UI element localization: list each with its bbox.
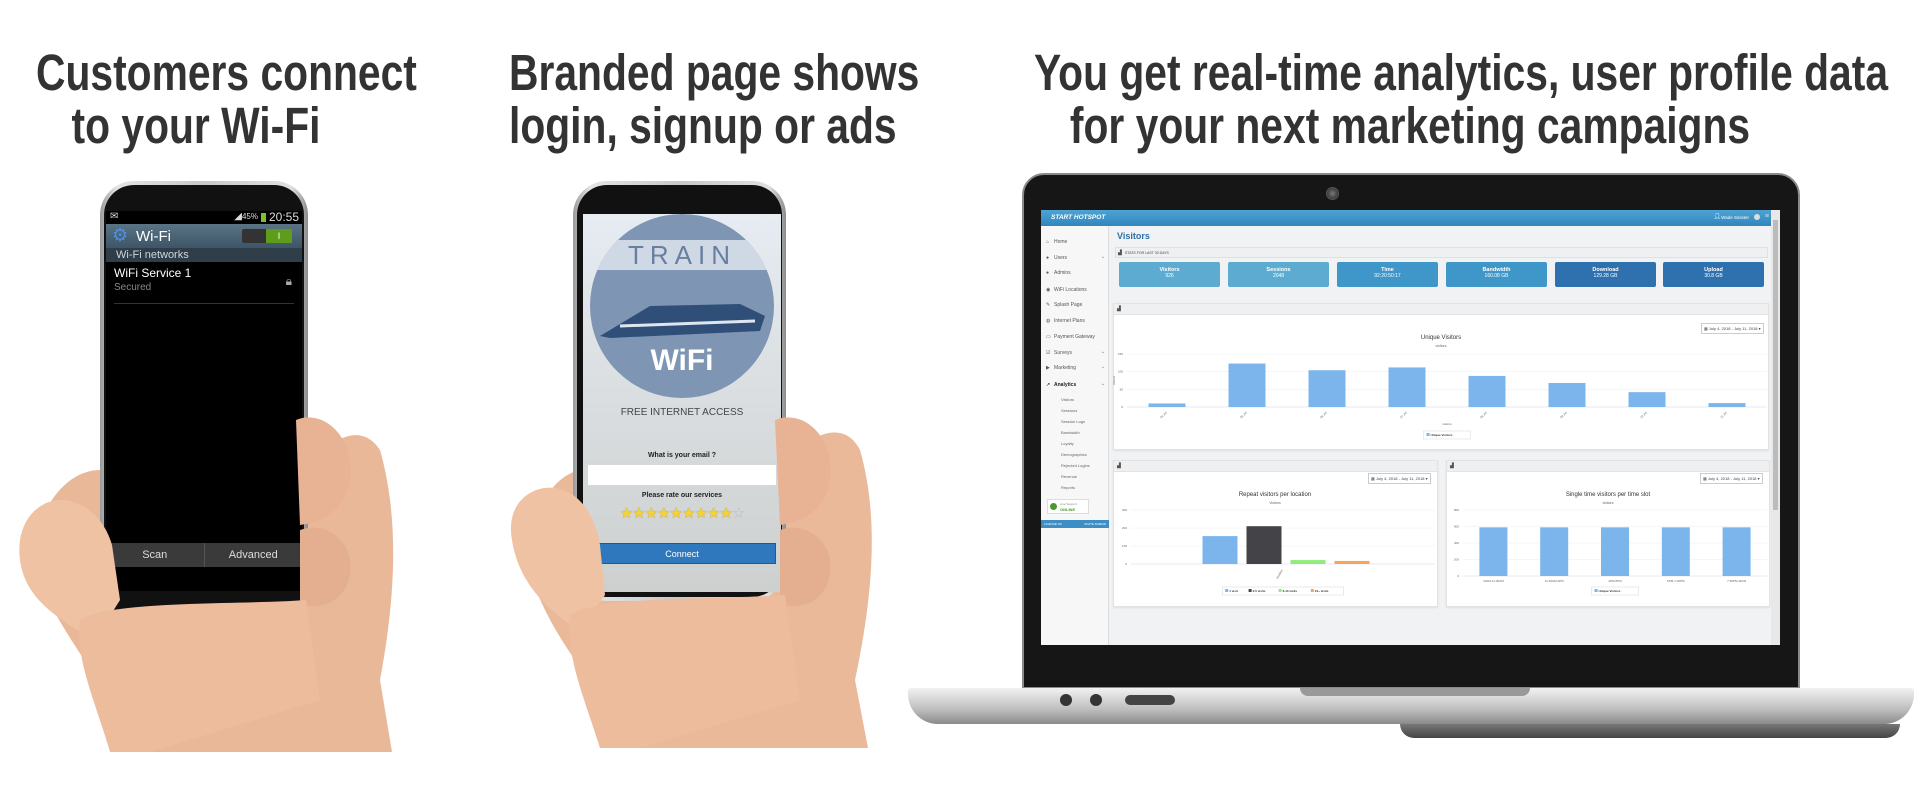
bar — [1661, 527, 1690, 576]
bar — [1228, 363, 1266, 407]
heading-line: You get real-time analytics, user profil… — [1034, 44, 1889, 101]
x-tick-label: 5PM-7:30PM — [1667, 579, 1685, 583]
x-tick-label: 04 Jul — [1159, 411, 1168, 420]
bar — [1708, 403, 1746, 407]
legend-swatch — [1278, 589, 1282, 592]
legend-swatch — [1310, 589, 1314, 592]
scrollbar[interactable] — [1771, 210, 1780, 645]
x-tick-label: location — [1275, 568, 1284, 579]
bar — [1148, 403, 1186, 407]
bar — [1246, 526, 1282, 564]
legend-swatch — [1426, 433, 1430, 436]
bar — [1540, 527, 1569, 576]
bar — [1388, 367, 1426, 407]
bar — [1202, 536, 1238, 564]
camera-icon — [1326, 187, 1339, 200]
legend-label: 2-5 visits — [1253, 589, 1266, 593]
bar — [1628, 392, 1666, 407]
x-tick-label: 10AM-11:30AM — [1483, 579, 1504, 583]
laptop-foot — [1400, 724, 1900, 738]
analytics-dashboard: START HOTSPOT 👤︎ Wade Sinister ≡ ⌂ Home ● U… — [1041, 210, 1780, 645]
bar — [1722, 527, 1751, 576]
y-tick-label: 200 — [1122, 526, 1127, 530]
legend-swatch — [1225, 589, 1229, 592]
bar — [1479, 527, 1508, 576]
y-tick-label: 0 — [1457, 574, 1459, 578]
bar — [1334, 560, 1370, 564]
legend-swatch — [1594, 589, 1598, 592]
y-tick-label: 300 — [1122, 508, 1127, 512]
x-tick-label: 7:30PM-11PM — [1727, 579, 1746, 583]
y-tick-label: 100 — [1122, 544, 1127, 548]
y-tick-label: 200 — [1454, 558, 1459, 562]
laptop-ports — [1060, 694, 1072, 706]
bar — [1468, 375, 1506, 407]
x-tick-label: 2PM-5PM — [1608, 579, 1622, 583]
legend-label: 6-10 visits — [1283, 589, 1298, 593]
y-tick-label: 0 — [1121, 405, 1123, 409]
x-tick-label: 09 Jul — [1559, 411, 1568, 420]
heading-analytics: You get real-time analytics, user profil… — [1034, 44, 1889, 154]
y-tick-label: 100 — [1118, 370, 1123, 374]
y-tick-label: 800 — [1454, 508, 1459, 512]
hand-fingers-illustration — [19, 417, 831, 752]
x-tick-label: 11:30AM-2PM — [1545, 579, 1564, 583]
y-axis-title: visitors — [1112, 375, 1116, 385]
bar — [1548, 382, 1586, 407]
bar — [1601, 527, 1629, 576]
laptop-ports — [1090, 694, 1102, 706]
y-tick-label: 50 — [1120, 387, 1124, 391]
legend-label: 10+ visits — [1315, 589, 1329, 593]
x-tick-label: 07 Jul — [1399, 411, 1408, 420]
legend-label: Unique Visitors — [1431, 433, 1453, 437]
laptop-notch — [1300, 688, 1530, 696]
x-tick-label: 10 Jul — [1639, 411, 1648, 420]
bar — [1308, 370, 1346, 407]
legend-label: 1 visit — [1229, 589, 1238, 593]
x-tick-label: 06 Jul — [1319, 411, 1328, 420]
legend-swatch — [1248, 589, 1252, 592]
x-tick-label: 05 Jul — [1239, 411, 1248, 420]
charts-layer: 0 50 100 150 visitors 04 Jul 05 Jul 06 Jul 07 Ju… — [1112, 352, 1767, 596]
legend-label: Unique Visitors — [1599, 589, 1621, 593]
bar — [1290, 560, 1326, 564]
heading-line: for your next marketing campaigns — [1069, 97, 1751, 154]
x-tick-label: 08 Jul — [1479, 411, 1488, 420]
y-tick-label: 400 — [1454, 541, 1459, 545]
y-tick-label: 150 — [1118, 352, 1123, 356]
x-tick-label: 11 Jul — [1719, 411, 1728, 420]
laptop-vent — [1125, 695, 1175, 705]
y-tick-label: 0 — [1125, 562, 1127, 566]
y-tick-label: 600 — [1454, 525, 1459, 529]
x-axis-title: visitors — [1442, 422, 1452, 426]
